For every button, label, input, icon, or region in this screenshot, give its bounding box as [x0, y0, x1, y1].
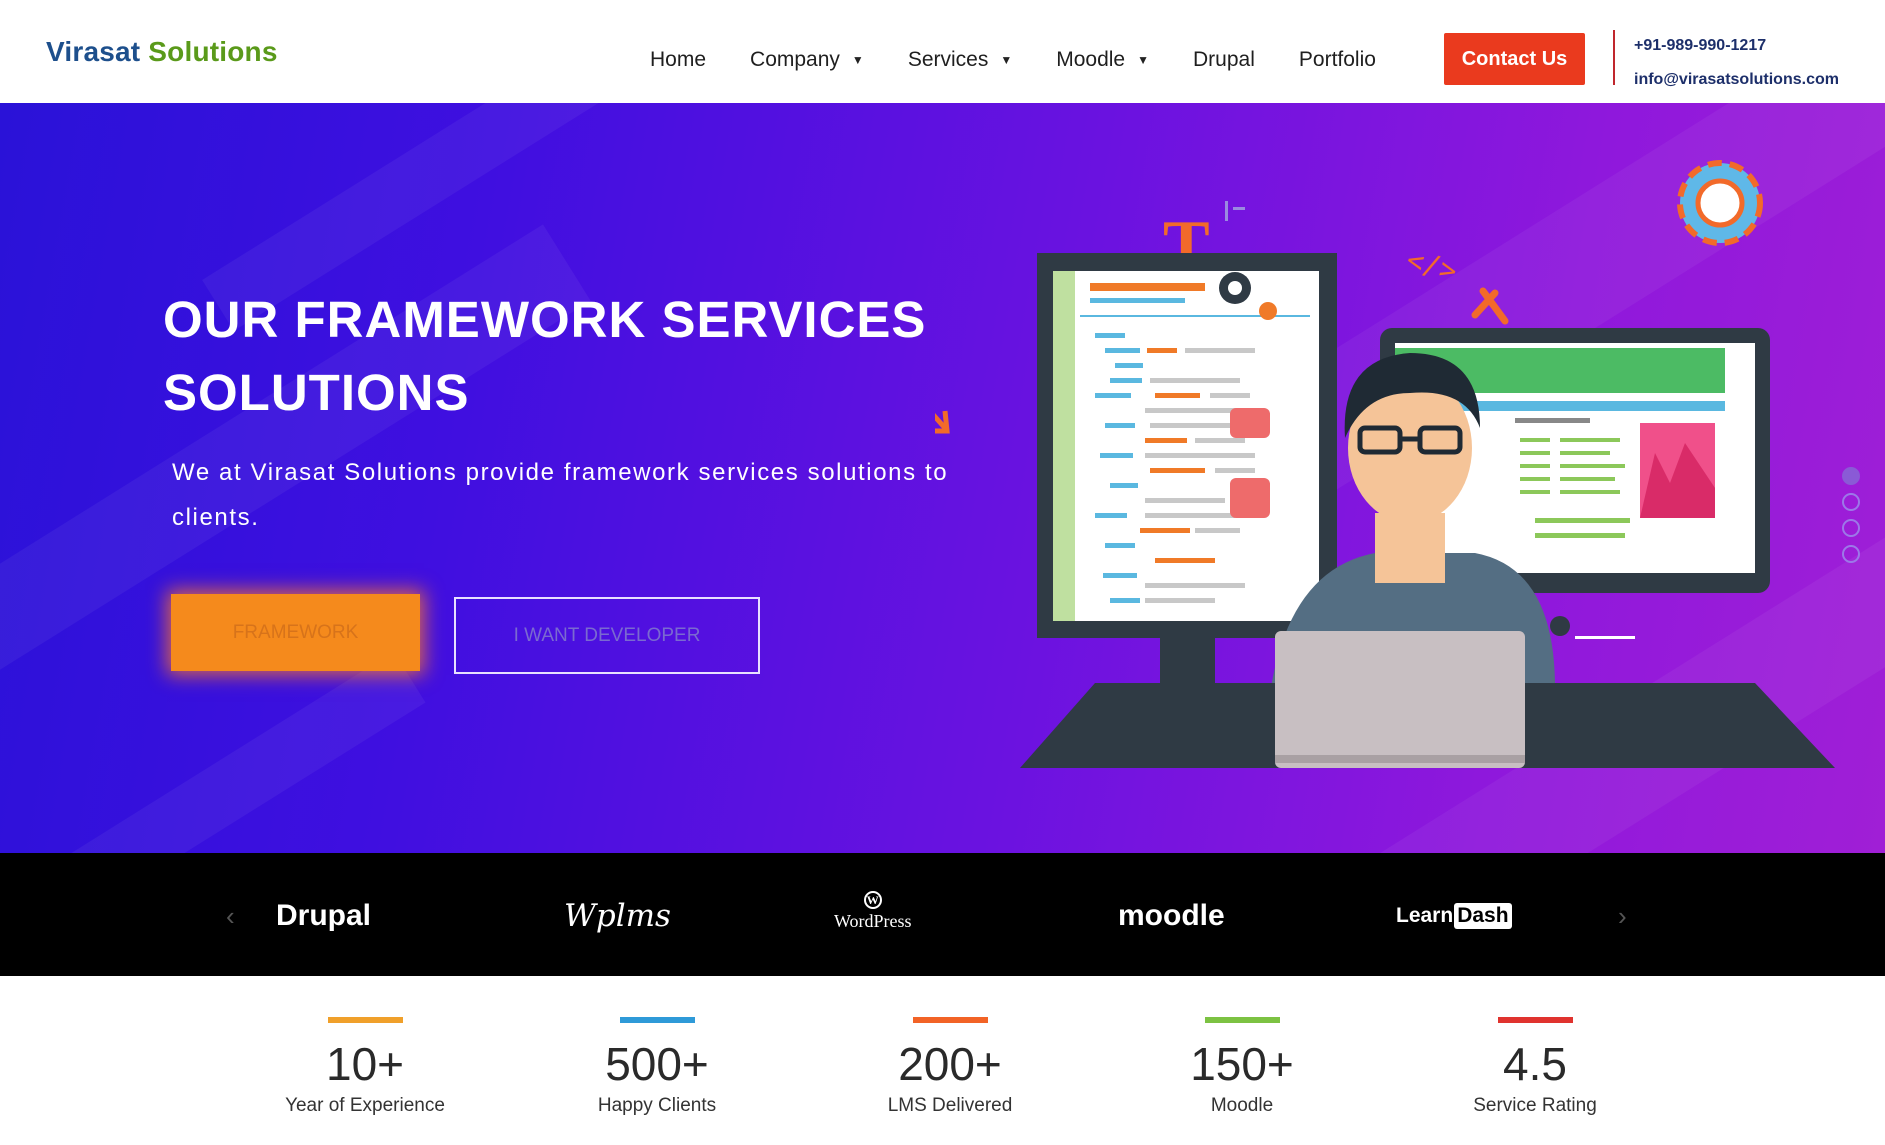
want-developer-button[interactable]: I WANT DEVELOPER [454, 597, 760, 674]
header-divider [1613, 30, 1615, 85]
stat-label: LMS Delivered [887, 1095, 1013, 1116]
carousel-prev-arrow-icon[interactable]: ‹ [226, 901, 235, 932]
stat-value: 10+ [325, 1038, 405, 1090]
hero-title: OUR FRAMEWORK SERVICES SOLUTIONS [163, 283, 963, 429]
nav-company-label: Company [750, 48, 840, 71]
stat-accent-bar [1204, 1017, 1280, 1023]
wplms-logo: Wplms [564, 898, 671, 934]
bg-stripe [54, 651, 426, 853]
slide-dot-4[interactable] [1842, 545, 1860, 563]
stat-experience: 10+ Year of Experience [215, 1017, 515, 1117]
nav-services-label: Services [907, 48, 989, 71]
main-nav: Home Company ▼ Services ▼ Moodle ▼ Drupa… [650, 48, 1406, 72]
stat-label: Service Rating [1473, 1095, 1597, 1116]
stats-section: 10+ Year of Experience 500+ Happy Client… [0, 976, 1885, 1145]
stat-value: 200+ [898, 1038, 1002, 1090]
nav-portfolio[interactable]: Portfolio [1299, 48, 1376, 72]
stat-value: 150+ [1190, 1038, 1294, 1090]
svg-text:</>: </> [1403, 243, 1460, 288]
stat-accent-bar [912, 1017, 988, 1023]
hero-banner: OUR FRAMEWORK SERVICES SOLUTIONS We at V… [0, 103, 1885, 853]
stat-accent-bar [327, 1017, 403, 1023]
stat-label: Happy Clients [597, 1095, 717, 1116]
stat-label: Year of Experience [285, 1095, 445, 1116]
nav-moodle[interactable]: Moodle ▼ [1056, 48, 1149, 72]
stat-moodle: 150+ Moodle [1092, 1017, 1392, 1117]
stat-label: Moodle [1210, 1095, 1274, 1116]
logo-word-virasat: Virasat [46, 36, 141, 67]
site-header: Virasat Solutions Home Company ▼ Service… [0, 0, 1885, 103]
nav-home-label: Home [650, 48, 707, 71]
wordpress-logo: W WordPress [834, 891, 912, 941]
stat-value: 4.5 [1503, 1038, 1567, 1090]
hero-title-line2: SOLUTIONS [163, 364, 470, 421]
caret-down-icon: ▼ [851, 53, 864, 67]
learndash-word-dash: Dash [1454, 903, 1512, 929]
contact-us-button[interactable]: Contact Us [1444, 33, 1585, 85]
technology-logo-carousel: ‹ Drupal Wplms W WordPress moodle Learn … [0, 853, 1885, 976]
stat-rating: 4.5 Service Rating [1385, 1017, 1685, 1117]
nav-services[interactable]: Services ▼ [908, 48, 1012, 72]
slider-dots [1842, 467, 1860, 571]
caret-down-icon: ▼ [1000, 53, 1013, 67]
carousel-next-arrow-icon[interactable]: › [1618, 901, 1627, 932]
stat-value: 500+ [605, 1038, 709, 1090]
learndash-word-learn: Learn [1396, 904, 1454, 927]
nav-drupal[interactable]: Drupal [1193, 48, 1255, 72]
slide-dot-3[interactable] [1842, 519, 1860, 537]
nav-company[interactable]: Company ▼ [750, 48, 864, 72]
phone-link[interactable]: +91-989-990-1217 [1634, 37, 1766, 55]
site-logo[interactable]: Virasat Solutions [46, 36, 278, 68]
hero-subtitle: We at Virasat Solutions provide framewor… [172, 459, 949, 531]
learndash-logo: Learn Dash [1396, 891, 1512, 941]
stat-lms: 200+ LMS Delivered [800, 1017, 1100, 1117]
wordpress-mark-icon: W [863, 891, 882, 909]
slide-dot-1[interactable] [1842, 467, 1860, 485]
developer-illustration-icon: T </> [935, 160, 1835, 768]
wordpress-wordmark: WordPress [834, 911, 912, 931]
stat-accent-bar [619, 1017, 695, 1023]
stat-accent-bar [1497, 1017, 1573, 1023]
nav-moodle-label: Moodle [1056, 48, 1126, 71]
caret-down-icon: ▼ [1137, 53, 1150, 67]
stat-clients: 500+ Happy Clients [507, 1017, 807, 1117]
logo-word-solutions: Solutions [148, 36, 278, 67]
hero-title-line1: OUR FRAMEWORK SERVICES [163, 291, 927, 348]
slide-dot-2[interactable] [1842, 493, 1860, 511]
moodle-logo: moodle [1118, 899, 1225, 932]
email-link[interactable]: info@virasatsolutions.com [1634, 71, 1839, 89]
nav-home[interactable]: Home [650, 48, 706, 72]
framework-button[interactable]: FRAMEWORK [171, 594, 420, 671]
nav-portfolio-label: Portfolio [1298, 48, 1376, 71]
nav-drupal-label: Drupal [1193, 48, 1255, 71]
drupal-logo: Drupal [276, 899, 372, 932]
